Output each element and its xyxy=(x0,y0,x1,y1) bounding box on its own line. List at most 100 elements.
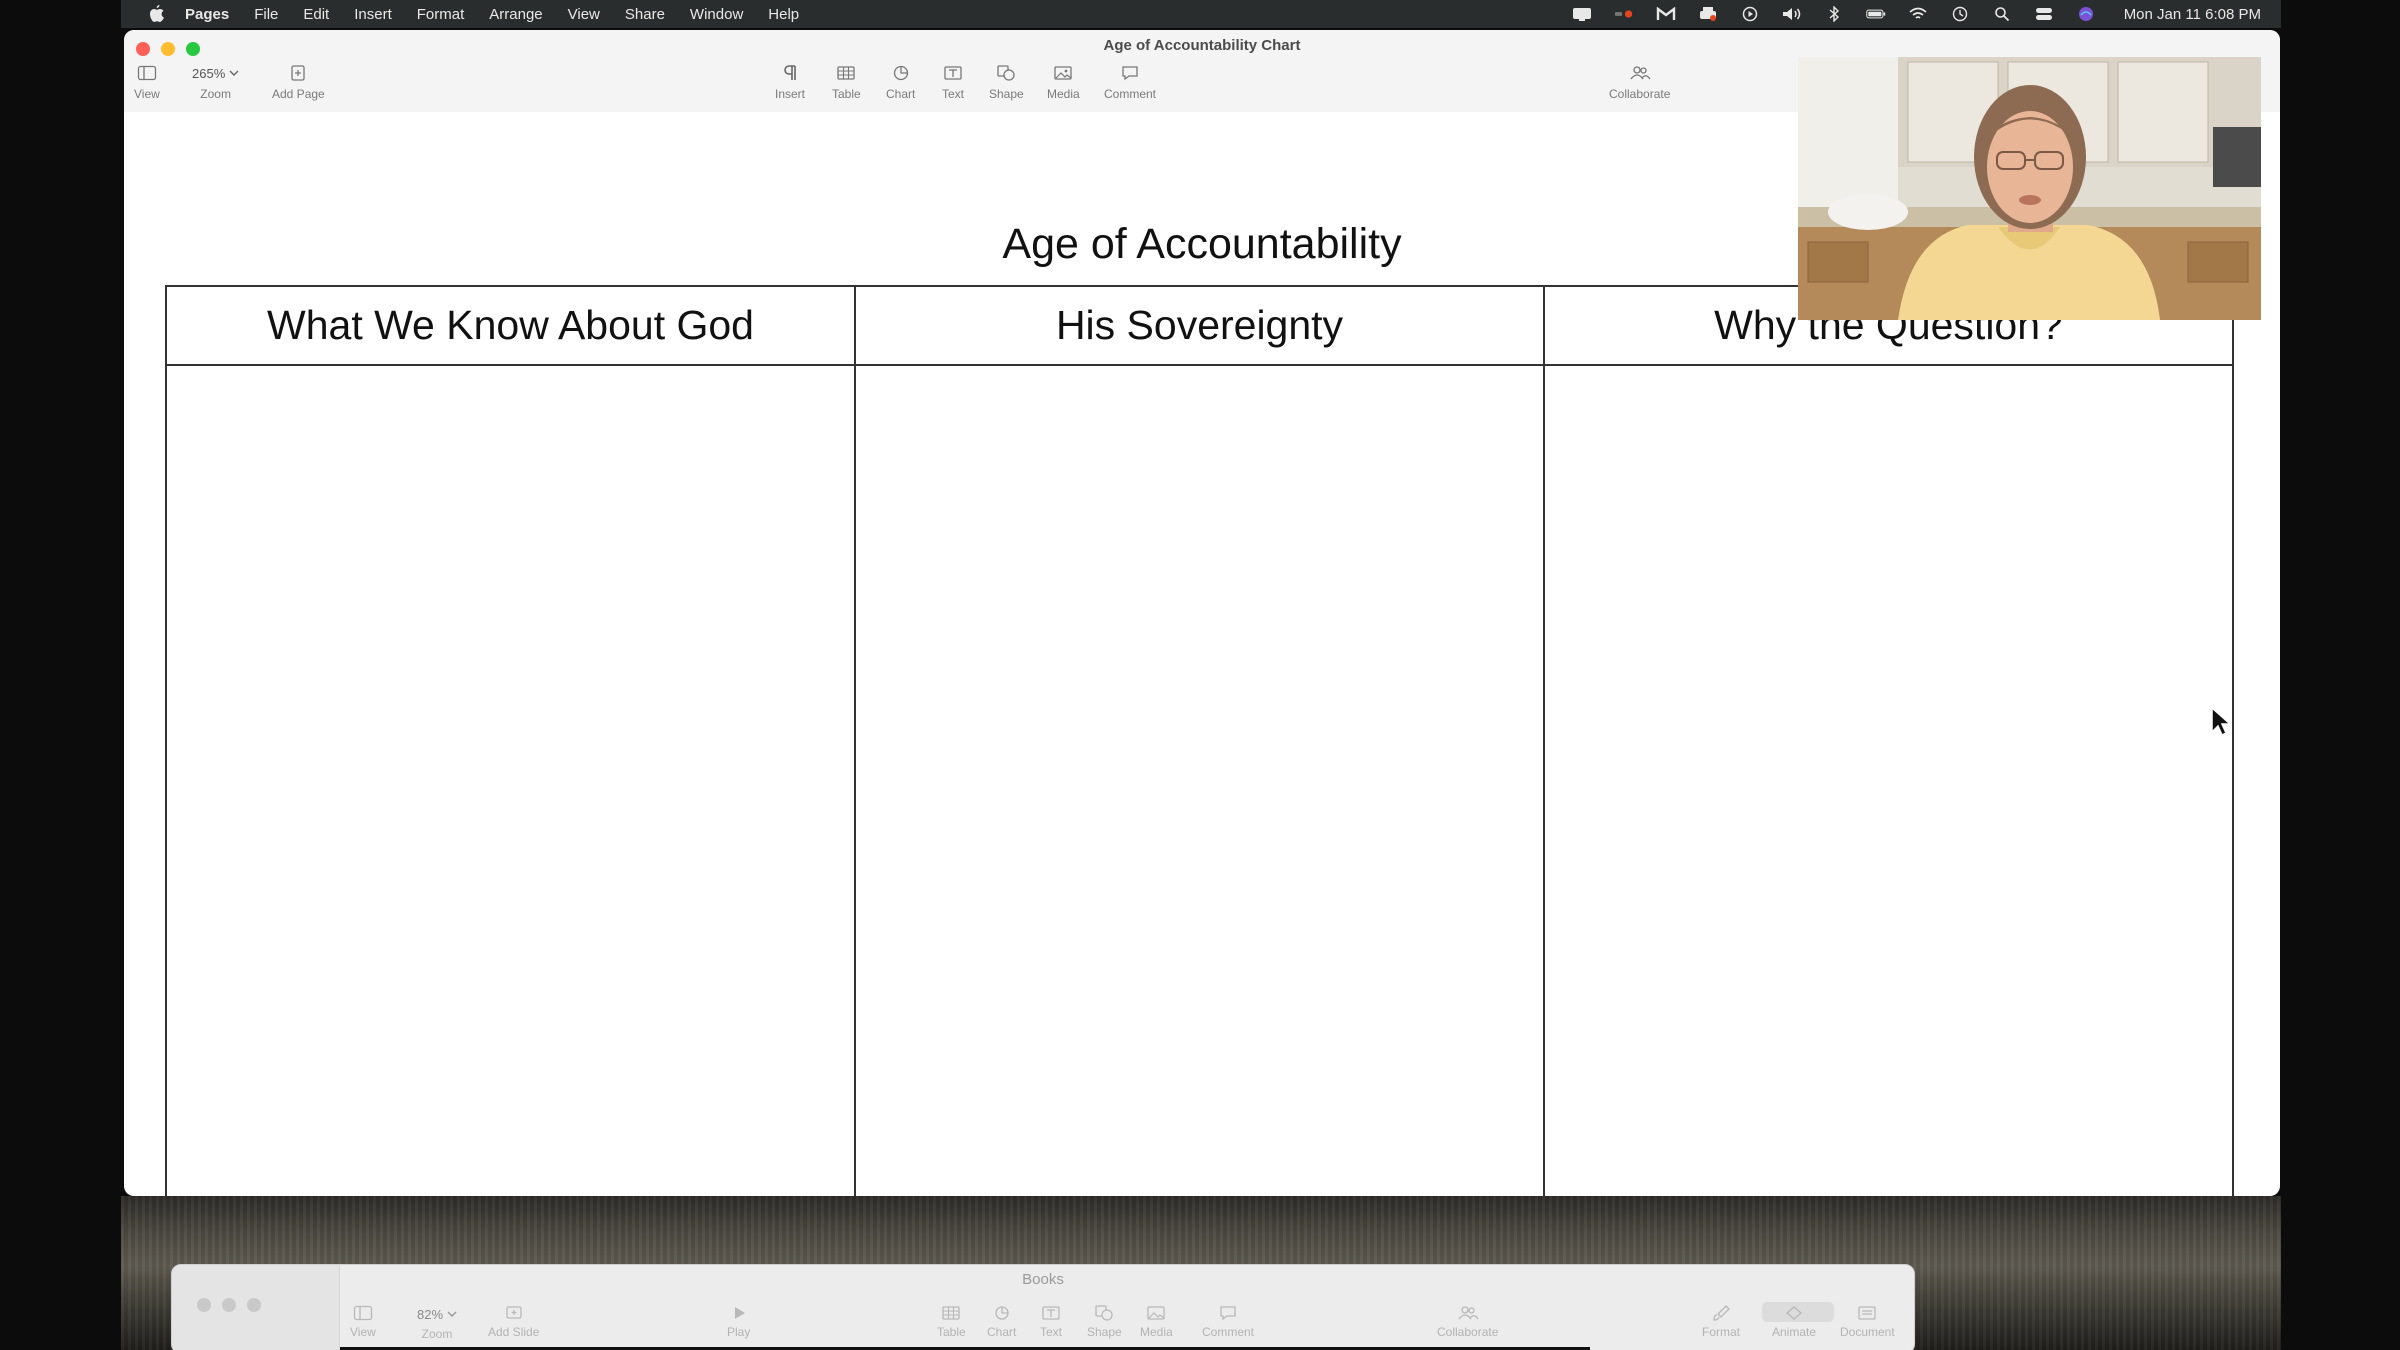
menu-insert[interactable]: Insert xyxy=(354,6,392,23)
accountability-chart-table[interactable]: What We Know About God His Sovereignty W… xyxy=(165,285,2234,1196)
menu-view[interactable]: View xyxy=(568,6,600,23)
collaborate-icon xyxy=(1458,1306,1479,1320)
mail-m-icon[interactable] xyxy=(1656,7,1676,21)
siri-icon[interactable] xyxy=(2076,7,2096,21)
wifi-icon[interactable] xyxy=(1908,7,1928,21)
comment-label: Comment xyxy=(1104,87,1157,101)
battery-icon[interactable] xyxy=(1865,7,1886,21)
play-button[interactable]: Play xyxy=(727,1305,750,1339)
shape-label: Shape xyxy=(989,87,1024,101)
view-label: View xyxy=(350,1325,376,1339)
sidebar-icon xyxy=(137,65,157,81)
table-body-cell[interactable] xyxy=(167,366,856,1196)
format-button[interactable]: Format xyxy=(1702,1305,1740,1339)
menu-bar-clock[interactable]: Mon Jan 11 6:08 PM xyxy=(2124,6,2261,23)
shape-icon xyxy=(1095,1305,1113,1321)
shape-icon xyxy=(997,65,1015,81)
mouse-cursor xyxy=(2210,706,2232,743)
paintbrush-icon xyxy=(1713,1305,1730,1321)
text-button[interactable]: Text xyxy=(942,64,964,101)
chart-button[interactable]: Chart xyxy=(886,64,915,101)
printer-icon[interactable] xyxy=(1698,7,1718,21)
collaborate-icon xyxy=(1630,66,1651,80)
shape-button[interactable]: Shape xyxy=(989,64,1024,101)
time-machine-icon[interactable] xyxy=(1950,6,1970,22)
table-label: Table xyxy=(937,1325,966,1339)
chart-button[interactable]: Chart xyxy=(987,1305,1016,1339)
table-button[interactable]: Table xyxy=(937,1305,966,1339)
animate-button[interactable]: Animate xyxy=(1772,1305,1816,1339)
text-button[interactable]: Text xyxy=(1040,1305,1062,1339)
document-button[interactable]: Document xyxy=(1840,1305,1895,1339)
insert-label: Insert xyxy=(775,87,806,101)
zoom-label: Zoom xyxy=(200,87,231,101)
media-image-icon xyxy=(1147,1306,1165,1320)
zoom-value-text: 82% xyxy=(417,1306,444,1322)
add-slide-button[interactable]: Add Slide xyxy=(488,1305,539,1339)
media-button[interactable]: Media xyxy=(1140,1305,1173,1339)
play-circle-icon[interactable] xyxy=(1740,6,1760,22)
menu-help[interactable]: Help xyxy=(768,6,799,23)
comment-icon xyxy=(1122,66,1138,81)
animate-diamond-icon xyxy=(1786,1306,1803,1320)
background-keynote-window[interactable]: Books View 82% Zoom Add Slide Play Table… xyxy=(171,1264,1915,1350)
screen-share-icon[interactable] xyxy=(1572,7,1592,21)
zoom-window-button[interactable] xyxy=(247,1298,261,1312)
insert-button[interactable]: Insert xyxy=(775,64,805,101)
add-page-label: Add Page xyxy=(272,87,325,101)
menu-app-pages[interactable]: Pages xyxy=(185,6,229,23)
media-image-icon xyxy=(1054,66,1072,80)
minimize-window-button[interactable] xyxy=(222,1298,236,1312)
menu-edit[interactable]: Edit xyxy=(303,6,329,23)
shape-button[interactable]: Shape xyxy=(1087,1305,1122,1339)
zoom-label: Zoom xyxy=(421,1327,453,1341)
table-body-cell[interactable] xyxy=(856,366,1545,1196)
pie-chart-icon xyxy=(893,65,908,81)
comment-button[interactable]: Comment xyxy=(1202,1305,1254,1339)
menu-format[interactable]: Format xyxy=(417,6,465,23)
pie-chart-icon xyxy=(995,1306,1009,1320)
menu-bar: Pages File Edit Insert Format Arrange Vi… xyxy=(121,0,2281,28)
media-label: Media xyxy=(1047,87,1080,101)
text-box-icon xyxy=(1042,1306,1060,1320)
media-label: Media xyxy=(1140,1325,1173,1339)
media-button[interactable]: Media xyxy=(1047,64,1080,101)
zoom-dropdown[interactable]: 265% Zoom xyxy=(192,64,239,101)
menu-arrange[interactable]: Arrange xyxy=(489,6,542,23)
play-icon xyxy=(734,1307,745,1319)
zoom-dropdown[interactable]: 82% Zoom xyxy=(417,1305,457,1341)
table-body-cell[interactable] xyxy=(1545,366,2232,1196)
table-header-cell[interactable]: What We Know About God xyxy=(167,287,856,366)
menu-share[interactable]: Share xyxy=(625,6,665,23)
chart-label: Chart xyxy=(886,87,916,101)
menu-file[interactable]: File xyxy=(254,6,278,23)
view-button[interactable]: View xyxy=(350,1305,376,1339)
animate-label: Animate xyxy=(1772,1325,1817,1339)
comment-icon xyxy=(1220,1306,1236,1321)
view-button[interactable]: View xyxy=(134,64,160,101)
table-icon xyxy=(837,66,855,80)
add-page-icon xyxy=(291,65,306,81)
spotlight-search-icon[interactable] xyxy=(1992,7,2012,22)
close-window-button[interactable] xyxy=(197,1298,211,1312)
add-slide-label: Add Slide xyxy=(488,1325,540,1339)
apple-menu-icon[interactable] xyxy=(147,5,167,23)
add-slide-icon xyxy=(506,1306,522,1319)
collaborate-button[interactable]: Collaborate xyxy=(1437,1305,1498,1339)
table-header-cell[interactable]: His Sovereignty xyxy=(856,287,1545,366)
collaborate-button[interactable]: Collaborate xyxy=(1609,64,1670,101)
table-button[interactable]: Table xyxy=(832,64,861,101)
background-window-controls xyxy=(197,1298,261,1312)
sidebar-icon xyxy=(353,1305,373,1321)
document-label: Document xyxy=(1840,1325,1895,1339)
collaborate-label: Collaborate xyxy=(1437,1325,1499,1339)
control-center-icon[interactable] xyxy=(2034,7,2054,21)
format-label: Format xyxy=(1702,1325,1741,1339)
add-page-button[interactable]: Add Page xyxy=(272,64,325,101)
status-area: Mon Jan 11 6:08 PM xyxy=(1572,0,2261,28)
volume-icon[interactable] xyxy=(1782,7,1802,21)
bluetooth-icon[interactable] xyxy=(1824,6,1844,22)
menu-window[interactable]: Window xyxy=(690,6,743,23)
recording-indicator-icon[interactable] xyxy=(1614,7,1634,21)
comment-button[interactable]: Comment xyxy=(1104,64,1156,101)
